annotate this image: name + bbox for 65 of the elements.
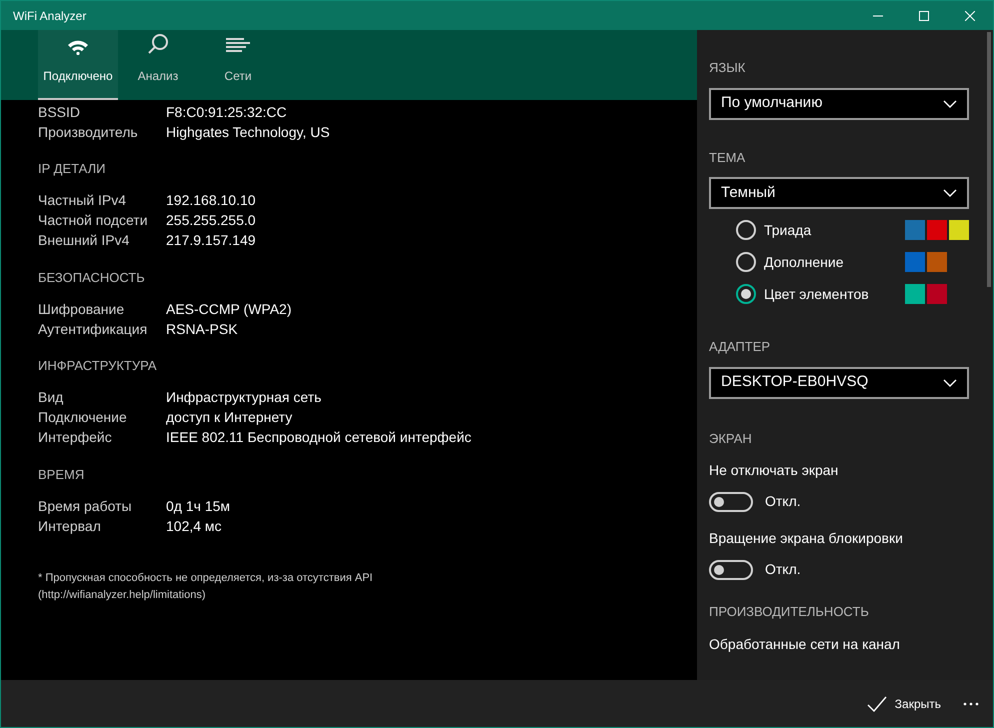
section-heading: АДАПТЕР — [709, 338, 772, 356]
field-label: Аутентификация — [38, 320, 148, 339]
dropdown[interactable]: По умолчанию — [709, 88, 969, 120]
field-value: IEEE 802.11 Беспроводной сетевой интерфейс — [166, 428, 472, 447]
field-value: доступ к Интернету — [166, 408, 292, 427]
radio-button[interactable] — [736, 220, 756, 240]
field-value: 192.168.10.10 — [166, 191, 256, 210]
chevron-down-icon — [943, 189, 957, 197]
tab[interactable]: Подключено — [38, 30, 118, 100]
toggle-state: Откл. — [765, 492, 801, 511]
field-value: Highgates Technology, US — [166, 122, 330, 142]
field-label: Частный IPv4 — [38, 191, 128, 210]
field-value: 217.9.157.149 — [166, 231, 256, 250]
field-value: F8:C0:91:25:32:CC — [166, 102, 287, 122]
window-title: WiFi Analyzer — [13, 8, 88, 24]
wifi-icon — [67, 39, 89, 55]
section-heading: ВРЕМЯ — [38, 466, 86, 484]
radio-option[interactable]: Цвет элементов — [736, 284, 869, 304]
field-label: Производитель — [38, 122, 139, 142]
close-settings-button[interactable]: Закрыть — [866, 694, 941, 712]
field-value: 255.255.255.0 — [166, 211, 256, 230]
section-heading: ЯЗЫК — [709, 59, 746, 77]
section-heading: БЕЗОПАСНОСТЬ — [38, 268, 146, 286]
section-heading: ТЕМА — [709, 148, 746, 166]
section-heading: ЭКРАН — [709, 430, 753, 448]
tab[interactable]: Сети — [198, 30, 278, 100]
tab[interactable]: Анализ — [118, 30, 198, 100]
checkmark-icon — [866, 696, 887, 712]
toggle-state: Откл. — [765, 560, 801, 579]
dropdown[interactable]: Темный — [709, 177, 969, 209]
field-value: 102,4 мс — [166, 516, 222, 536]
maximize-icon — [919, 10, 929, 20]
setting-label: Вращение экрана блокировки — [709, 529, 904, 548]
setting-label: Обработанные сети на канал — [709, 634, 901, 654]
field-label: Внешний IPv4 — [38, 231, 130, 250]
dropdown[interactable]: DESKTOP-EB0HVSQ — [709, 366, 969, 398]
chevron-down-icon — [943, 378, 957, 386]
list-icon — [226, 37, 250, 55]
field-label: BSSID — [38, 102, 82, 122]
setting-label: Не отключать экран — [709, 461, 840, 480]
chevron-down-icon — [943, 100, 957, 108]
field-value: Инфраструктурная сеть — [166, 388, 322, 407]
field-label: Частной подсети — [38, 211, 149, 230]
section-heading: ИНФРАСТРУКТУРА — [38, 357, 158, 375]
field-label: Вид — [38, 388, 64, 407]
footnote: * Пропускная способность не определяется, из-за отсутствия API (http://wifianalyzer.help/limitations) — [38, 571, 374, 603]
section-heading: ПРОИЗВОДИТЕЛЬНОСТЬ — [709, 603, 870, 621]
toggle-switch[interactable] — [709, 560, 753, 580]
field-value: AES-CCMP (WPA2) — [166, 300, 292, 319]
field-label: Интерфейс — [38, 428, 113, 447]
field-label: Время работы — [38, 496, 133, 516]
radio-option[interactable]: Дополнение — [736, 252, 844, 272]
search-icon — [147, 33, 169, 55]
field-label: Подключение — [38, 408, 128, 427]
field-label: Шифрование — [38, 300, 126, 319]
radio-option[interactable]: Триада — [736, 220, 812, 240]
field-value: RSNA-PSK — [166, 320, 238, 338]
section-heading: IP ДЕТАЛИ — [38, 160, 106, 178]
radio-button[interactable] — [736, 284, 756, 304]
more-icon[interactable] — [963, 702, 979, 706]
field-label: Интервал — [38, 516, 102, 536]
close-icon — [965, 10, 975, 20]
toggle-switch[interactable] — [709, 492, 753, 512]
field-value: 0д 1ч 15м — [166, 496, 230, 516]
radio-button[interactable] — [736, 252, 756, 272]
